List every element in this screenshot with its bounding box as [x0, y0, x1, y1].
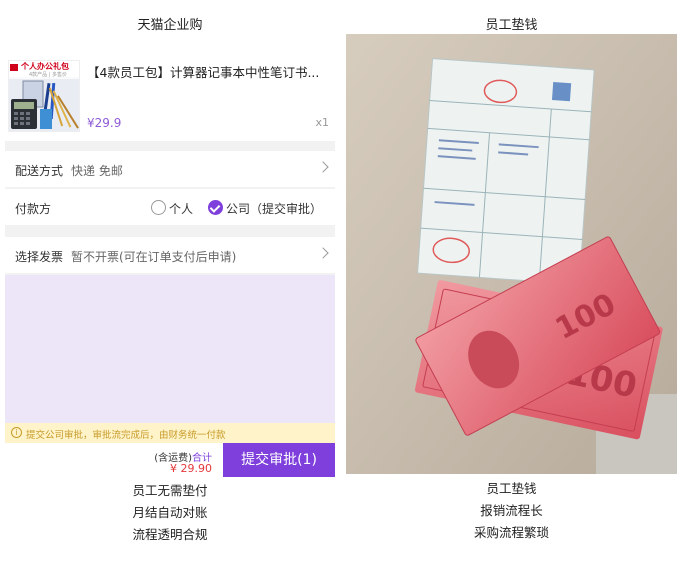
thumbnail-subtitle: 4款产品 | 多售价 [29, 72, 68, 78]
right-caption-2: 报销流程长 [480, 503, 543, 518]
checkout-screen: 个人办公礼包 4款产品 | 多售价 【4款员工包】计算器记事本中性笔订书... … [5, 44, 335, 477]
chevron-right-icon [317, 247, 329, 259]
invoice-label: 选择发票 [15, 250, 64, 264]
left-caption-3: 流程透明合规 [132, 527, 208, 542]
info-icon: i [11, 427, 22, 438]
right-caption-3: 采购流程繁琐 [473, 525, 549, 540]
thumbnail-banner: 个人办公礼包 4款产品 | 多售价 [9, 61, 79, 78]
receipt-cash-photo: 100 100 [346, 34, 677, 474]
check-circle-icon[interactable] [208, 200, 223, 215]
radio-personal-icon[interactable] [151, 200, 166, 215]
right-column-title: 员工垫钱 [485, 18, 538, 33]
delivery-label: 配送方式 [15, 164, 64, 178]
product-card[interactable]: 个人办公礼包 4款产品 | 多售价 【4款员工包】计算器记事本中性笔订书... … [5, 44, 335, 141]
product-price: ¥29.9 [87, 116, 122, 130]
approval-notice: i 提交公司审批，审批流完成后，由财务统一付款 [5, 423, 335, 443]
total-price: ¥ 29.90 [170, 462, 212, 475]
payer-option-personal[interactable]: 个人 [169, 200, 193, 217]
product-quantity: x1 [315, 116, 329, 129]
payer-label: 付款方 [15, 202, 52, 216]
invoice-value: 暂不开票(可在订单支付后申请) [71, 250, 237, 264]
right-caption-1: 员工垫钱 [486, 481, 537, 496]
chevron-right-icon [317, 161, 329, 173]
product-thumbnail[interactable]: 个人办公礼包 4款产品 | 多售价 [8, 60, 80, 132]
invoice-row[interactable]: 选择发票 暂不开票(可在订单支付后申请) [5, 237, 335, 273]
thumbnail-tag-icon [10, 64, 18, 71]
checkout-bar: (含运费)合计 ¥ 29.90 提交审批(1) [5, 443, 335, 477]
delivery-value: 快递 免邮 [71, 164, 123, 178]
left-caption-1: 员工无需垫付 [132, 483, 208, 498]
product-title[interactable]: 【4款员工包】计算器记事本中性笔订书... [87, 62, 331, 81]
payer-option-company[interactable]: 公司（提交审批） [226, 200, 322, 217]
approval-notice-text: 提交公司审批，审批流完成后，由财务统一付款 [26, 430, 226, 441]
invoice-and-banknotes-image: 100 100 [346, 34, 677, 474]
stationery-image [9, 79, 79, 131]
payer-row: 付款方 个人 公司（提交审批） [5, 189, 335, 225]
delivery-method-row[interactable]: 配送方式 快递 免邮 [5, 151, 335, 187]
left-column-title: 天猫企业购 [137, 18, 203, 33]
content-spacer [5, 275, 335, 423]
submit-approval-button[interactable]: 提交审批(1) [223, 443, 335, 477]
left-caption-2: 月结自动对账 [132, 505, 208, 520]
